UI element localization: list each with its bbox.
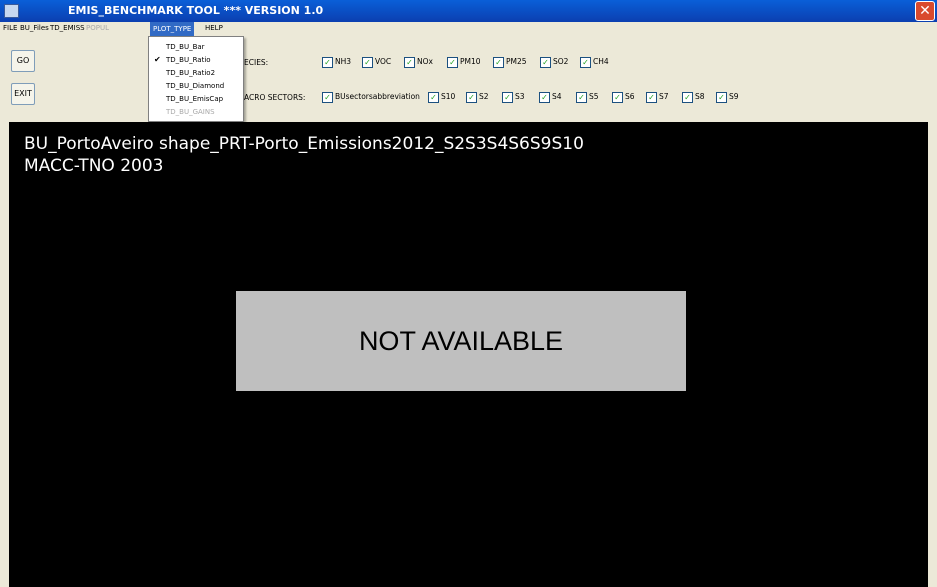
checkbox-label: SO2	[553, 57, 569, 66]
checkbox-label: VOC	[375, 57, 392, 66]
checkbox-label: S8	[695, 92, 705, 101]
check-icon: ✓	[612, 92, 623, 103]
plot-type-dropdown: TD_BU_Bar ✔ TD_BU_Ratio TD_BU_Ratio2 TD_…	[148, 36, 244, 122]
checkbox-label: S2	[479, 92, 489, 101]
check-icon: ✓	[539, 92, 550, 103]
option-label: TD_BU_Diamond	[166, 82, 225, 90]
exit-button[interactable]: EXIT	[11, 83, 35, 105]
checkbox-label: CH4	[593, 57, 609, 66]
check-icon: ✓	[580, 57, 591, 68]
option-label: TD_BU_GAINS	[166, 108, 215, 116]
plot-type-option-td-bu-bar[interactable]: TD_BU_Bar	[149, 41, 243, 53]
plot-type-option-td-bu-ratio2[interactable]: TD_BU_Ratio2	[149, 67, 243, 79]
check-icon: ✓	[404, 57, 415, 68]
checkbox-label: NH3	[335, 57, 352, 66]
menu-help[interactable]: HELP	[205, 24, 223, 32]
plot-area: BU_PortoAveiro shape_PRT-Porto_Emissions…	[9, 122, 928, 587]
check-icon: ✓	[322, 92, 333, 103]
check-icon: ✓	[540, 57, 551, 68]
title-bar: EMIS_BENCHMARK TOOL *** VERSION 1.0 ✕	[0, 0, 937, 22]
check-icon: ✓	[502, 92, 513, 103]
species-label: ECIES:	[244, 58, 269, 67]
close-button[interactable]: ✕	[915, 1, 935, 21]
option-label: TD_BU_Bar	[166, 43, 205, 51]
option-label: TD_BU_Ratio	[166, 56, 211, 64]
window-title: EMIS_BENCHMARK TOOL *** VERSION 1.0	[68, 4, 324, 17]
check-icon: ✓	[576, 92, 587, 103]
check-icon: ✓	[322, 57, 333, 68]
check-icon: ✓	[682, 92, 693, 103]
menu-bar: FILE BU_Files TD_EMISS POPUL PLOT_TYPE H…	[0, 22, 937, 36]
check-icon: ✓	[646, 92, 657, 103]
checkbox-label: S3	[515, 92, 525, 101]
not-available-message: NOT AVAILABLE	[358, 326, 564, 356]
check-icon: ✓	[716, 92, 727, 103]
checkbox-label: S9	[729, 92, 739, 101]
menu-td-emiss[interactable]: TD_EMISS	[50, 24, 85, 32]
menu-plot-type[interactable]: PLOT_TYPE	[150, 22, 195, 36]
option-label: TD_BU_Ratio2	[166, 69, 216, 77]
checkbox-label: S5	[589, 92, 599, 101]
plot-type-option-td-bu-emiscap[interactable]: TD_BU_EmisCap	[149, 93, 243, 105]
not-available-panel: NOT AVAILABLE	[236, 291, 686, 391]
plot-subtitle: MACC-TNO 2003	[24, 156, 164, 176]
menu-file[interactable]: FILE	[3, 24, 17, 32]
checkbox-label: S10	[441, 92, 456, 101]
go-button[interactable]: GO	[11, 50, 35, 72]
checkbox-label: S6	[625, 92, 635, 101]
menu-bu-files[interactable]: BU_Files	[20, 24, 49, 32]
check-icon: ✓	[466, 92, 477, 103]
plot-type-option-td-bu-gains: TD_BU_GAINS	[149, 106, 243, 118]
checkbox-label: BUsectorsabbreviation	[335, 92, 420, 101]
checkbox-label: PM25	[506, 57, 527, 66]
checkbox-label: S4	[552, 92, 562, 101]
checkbox-label: S7	[659, 92, 669, 101]
checkbox-label: PM10	[460, 57, 481, 66]
check-icon: ✓	[493, 57, 504, 68]
plot-title: BU_PortoAveiro shape_PRT-Porto_Emissions…	[24, 134, 584, 154]
plot-type-option-td-bu-diamond[interactable]: TD_BU_Diamond	[149, 80, 243, 92]
check-icon: ✓	[447, 57, 458, 68]
check-icon: ✓	[428, 92, 439, 103]
app-icon[interactable]	[4, 4, 19, 18]
checkmark-icon: ✔	[154, 55, 161, 64]
sectors-label: ACRO SECTORS:	[244, 93, 306, 102]
option-label: TD_BU_EmisCap	[166, 95, 224, 103]
check-icon: ✓	[362, 57, 373, 68]
menu-popul: POPUL	[86, 24, 109, 32]
plot-type-option-td-bu-ratio[interactable]: ✔ TD_BU_Ratio	[149, 54, 243, 66]
checkbox-label: NOx	[417, 57, 433, 66]
